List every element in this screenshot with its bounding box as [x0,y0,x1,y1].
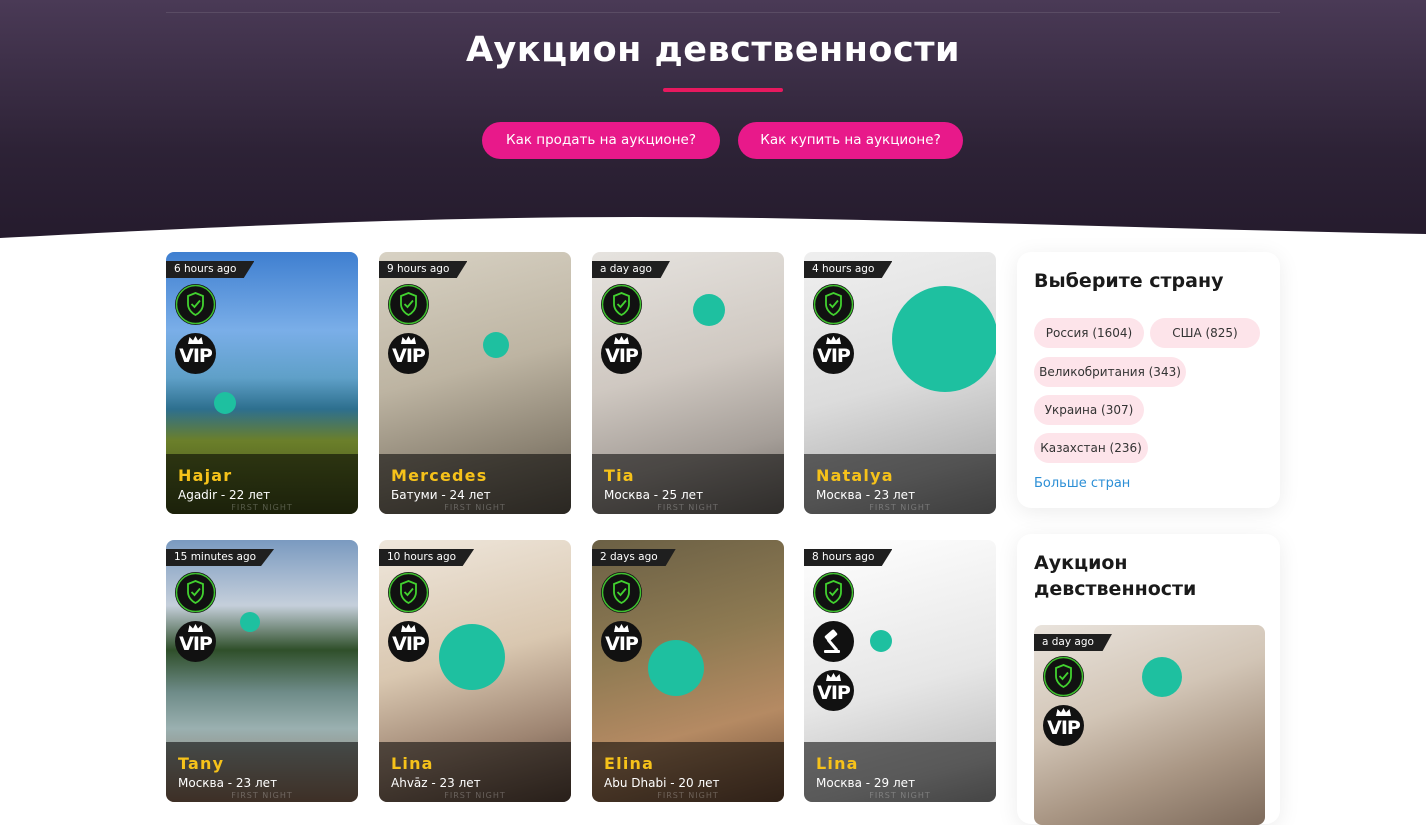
card-location: Москва - 25 лет [604,488,704,502]
card-name: Lina [816,754,859,773]
gavel-icon [813,621,854,662]
vip-icon: VIP [601,621,642,662]
auction-card[interactable]: 9 hours ago VIP Mercedes Батуми - 24 лет FIR… [379,252,571,514]
shield-icon [388,572,429,613]
card-watermark: FIRST NIGHT [869,791,931,800]
card-info: Hajar Agadir - 22 лет FIRST NIGHT [166,454,358,514]
face-blur [648,640,704,696]
face-blur [483,332,509,358]
card-location: Москва - 23 лет [816,488,916,502]
side-auction-panel: Аукцион девственности a day ago VIP [1017,534,1280,825]
how-to-buy-button[interactable]: Как купить на аукционе? [738,122,963,159]
hero-wave [0,216,1426,250]
card-watermark: FIRST NIGHT [869,503,931,512]
side-auction-card[interactable]: a day ago VIP [1034,625,1265,825]
card-name: Tany [178,754,225,773]
card-info: Lina Ahvāz - 23 лет FIRST NIGHT [379,742,571,802]
shield-icon [388,284,429,325]
card-name: Lina [391,754,434,773]
vip-icon: VIP [388,333,429,374]
country-chip-ukraine[interactable]: Украина (307) [1034,395,1144,425]
more-countries-link[interactable]: Больше стран [1034,476,1130,491]
card-watermark: FIRST NIGHT [231,503,293,512]
card-location: Abu Dhabi - 20 лет [604,776,720,790]
card-info: Natalya Москва - 23 лет FIRST NIGHT [804,454,996,514]
country-chip-russia[interactable]: Россия (1604) [1034,318,1144,348]
card-location: Москва - 29 лет [816,776,916,790]
vip-icon: VIP [388,621,429,662]
card-info: Elina Abu Dhabi - 20 лет FIRST NIGHT [592,742,784,802]
country-chip-usa[interactable]: США (825) [1150,318,1260,348]
vip-icon: VIP [813,333,854,374]
auction-card[interactable]: 6 hours ago VIP Hajar Agadir - 22 лет FIRST … [166,252,358,514]
auction-card[interactable]: 4 hours ago VIP Natalya Москва - 23 лет FIRS… [804,252,996,514]
card-watermark: FIRST NIGHT [657,791,719,800]
card-name: Hajar [178,466,233,485]
card-watermark: FIRST NIGHT [444,791,506,800]
country-chip-uk[interactable]: Великобритания (343) [1034,357,1186,387]
card-location: Москва - 23 лет [178,776,278,790]
hero-banner: Аукцион девственности Как продать на аук… [0,0,1426,250]
card-time: 8 hours ago [804,549,893,566]
card-time: 6 hours ago [166,261,255,278]
shield-icon [175,572,216,613]
card-name: Tia [604,466,635,485]
card-info: Mercedes Батуми - 24 лет FIRST NIGHT [379,454,571,514]
card-time: 9 hours ago [379,261,468,278]
card-watermark: FIRST NIGHT [231,791,293,800]
face-blur [693,294,725,326]
card-name: Elina [604,754,655,773]
auction-card[interactable]: a day ago VIP Tia Москва - 25 лет FIRST NIGH… [592,252,784,514]
card-time: 4 hours ago [804,261,893,278]
card-watermark: FIRST NIGHT [657,503,719,512]
card-time: a day ago [592,261,670,278]
page-title: Аукцион девственности [465,30,961,70]
hero-divider [166,12,1280,13]
card-info: Tany Москва - 23 лет FIRST NIGHT [166,742,358,802]
side-panel-title-line2: девственности [1034,578,1197,600]
card-name: Mercedes [391,466,488,485]
card-time: 2 days ago [592,549,676,566]
shield-icon [813,572,854,613]
face-blur [1142,657,1182,697]
vip-icon: VIP [813,670,854,711]
side-card-time: a day ago [1034,634,1112,651]
vip-icon: VIP [601,333,642,374]
face-blur [439,624,505,690]
side-panel-title-line1: Аукцион [1034,552,1128,574]
card-info: Tia Москва - 25 лет FIRST NIGHT [592,454,784,514]
title-underline [663,88,783,92]
shield-icon [1043,656,1084,697]
face-blur [892,286,996,392]
card-time: 15 minutes ago [166,549,275,566]
shield-icon [601,284,642,325]
card-location: Батуми - 24 лет [391,488,491,502]
card-watermark: FIRST NIGHT [444,503,506,512]
card-name: Natalya [816,466,894,485]
auction-card[interactable]: 15 minutes ago VIP Tany Москва - 23 лет FIRS… [166,540,358,802]
shield-icon [175,284,216,325]
card-info: Lina Москва - 29 лет FIRST NIGHT [804,742,996,802]
face-blur [240,612,260,632]
vip-icon: VIP [1043,705,1084,746]
country-panel-title: Выберите страну [1034,270,1224,292]
face-blur [214,392,236,414]
card-location: Agadir - 22 лет [178,488,271,502]
shield-icon [813,284,854,325]
face-blur [870,630,892,652]
how-to-sell-button[interactable]: Как продать на аукционе? [482,122,720,159]
card-location: Ahvāz - 23 лет [391,776,481,790]
country-filter-panel: Выберите страну Россия (1604) США (825) … [1017,252,1280,508]
vip-icon: VIP [175,333,216,374]
country-chip-kazakhstan[interactable]: Казахстан (236) [1034,433,1148,463]
auction-card[interactable]: 8 hours ago VIP Lina Москва - 29 лет FIRST N… [804,540,996,802]
card-time: 10 hours ago [379,549,475,566]
auction-card[interactable]: 10 hours ago VIP Lina Ahvāz - 23 лет FIRST N… [379,540,571,802]
vip-icon: VIP [175,621,216,662]
shield-icon [601,572,642,613]
auction-card[interactable]: 2 days ago VIP Elina Abu Dhabi - 20 лет FIRS… [592,540,784,802]
